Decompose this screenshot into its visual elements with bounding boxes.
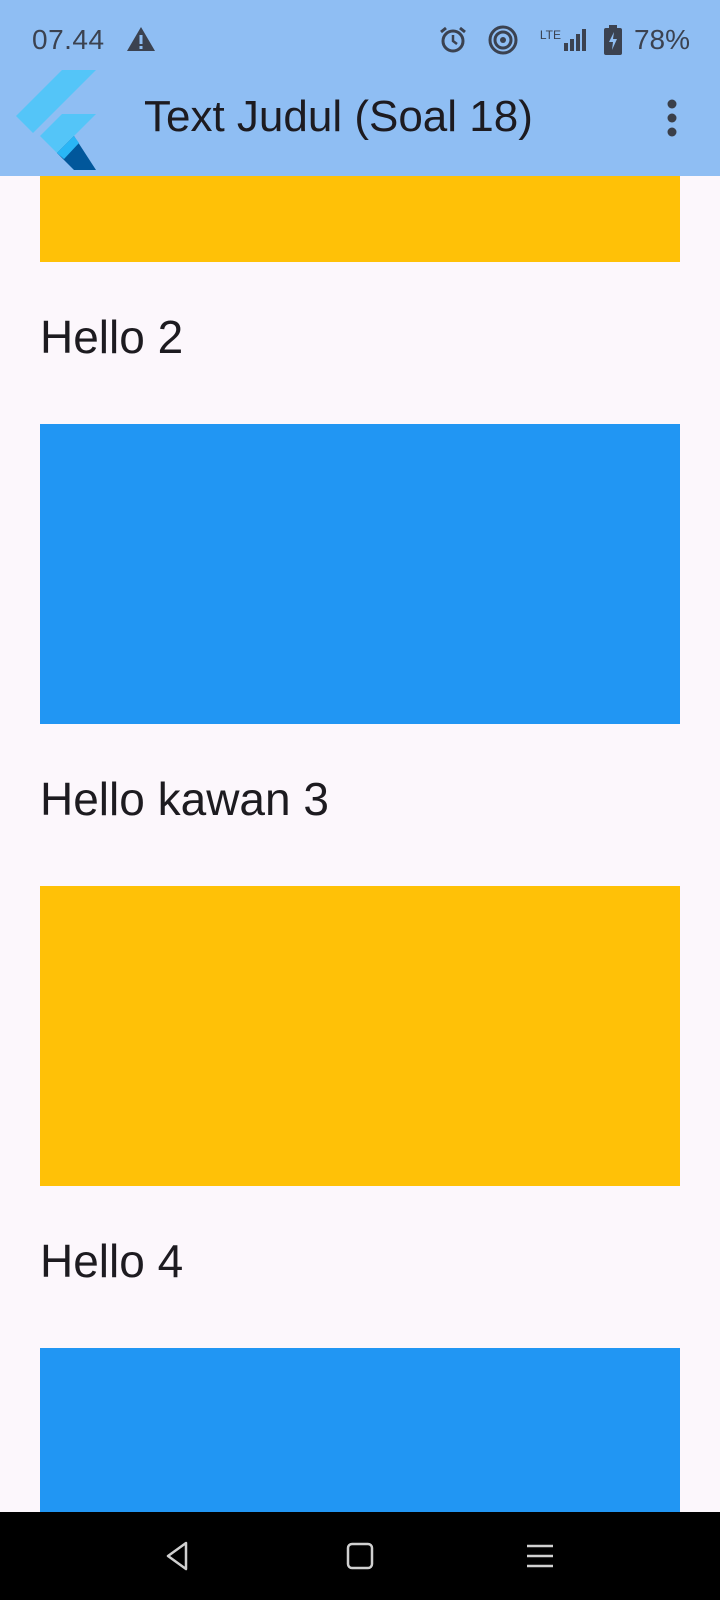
status-icons: LTE 78% — [438, 22, 690, 58]
more-vert-icon[interactable] — [652, 96, 692, 140]
color-block — [40, 424, 680, 724]
color-block — [40, 1348, 680, 1512]
app-title: Text Judul (Soal 18) — [144, 92, 533, 141]
color-block — [40, 176, 680, 262]
signal-icon — [563, 29, 586, 51]
hello-text: Hello 2 — [40, 311, 184, 363]
lte-icon: LTE — [540, 29, 588, 51]
hello-text: Hello kawan 3 — [40, 773, 329, 825]
lte-label: LTE — [539, 28, 561, 42]
hello-text: Hello 4 — [40, 1235, 184, 1287]
status-bar: 07.44 LTE 78% — [0, 0, 720, 80]
scroll-content[interactable]: Hello 2 Hello kawan 3 Hello 4 — [0, 176, 720, 1512]
home-icon[interactable] — [342, 1538, 378, 1574]
color-block — [40, 886, 680, 1186]
recents-icon[interactable] — [522, 1538, 558, 1574]
navigation-bar — [0, 1512, 720, 1600]
flutter-logo — [16, 70, 96, 170]
hotspot-icon — [488, 25, 518, 55]
back-icon[interactable] — [160, 1538, 196, 1574]
status-time: 07.44 — [32, 24, 105, 55]
battery-charging-icon — [603, 25, 622, 55]
warning-icon — [127, 27, 155, 51]
alarm-icon — [439, 26, 466, 53]
battery-percent: 78% — [633, 24, 690, 55]
